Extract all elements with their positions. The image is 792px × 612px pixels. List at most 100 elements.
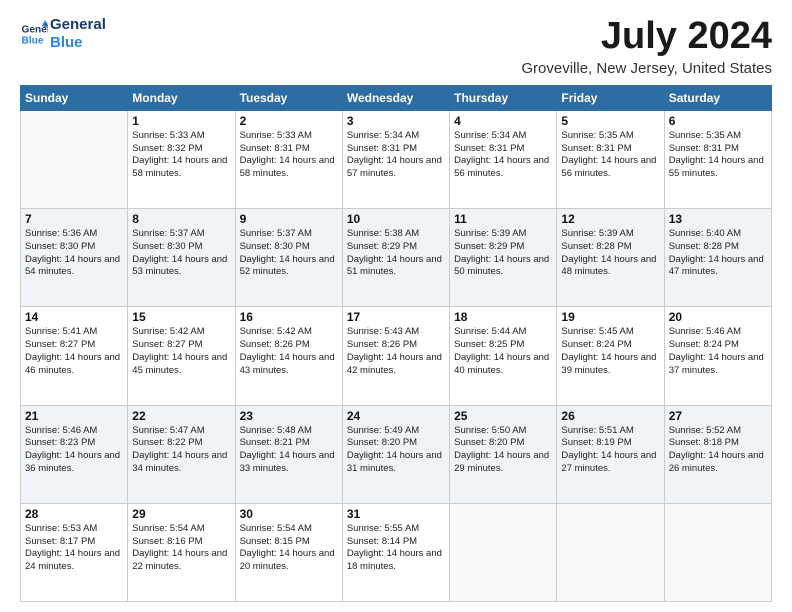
- table-row: 7 Sunrise: 5:36 AMSunset: 8:30 PMDayligh…: [21, 209, 128, 307]
- cell-sunrise: Sunrise: 5:41 AMSunset: 8:27 PMDaylight:…: [25, 326, 120, 375]
- cell-sunrise: Sunrise: 5:42 AMSunset: 8:26 PMDaylight:…: [240, 326, 335, 375]
- cell-sunrise: Sunrise: 5:39 AMSunset: 8:28 PMDaylight:…: [561, 228, 656, 277]
- day-number: 26: [561, 409, 659, 423]
- cell-sunrise: Sunrise: 5:54 AMSunset: 8:15 PMDaylight:…: [240, 523, 335, 572]
- cell-sunrise: Sunrise: 5:42 AMSunset: 8:27 PMDaylight:…: [132, 326, 227, 375]
- cell-sunrise: Sunrise: 5:46 AMSunset: 8:24 PMDaylight:…: [669, 326, 764, 375]
- month-title: July 2024: [521, 16, 772, 58]
- col-friday: Friday: [557, 85, 664, 110]
- cell-sunrise: Sunrise: 5:54 AMSunset: 8:16 PMDaylight:…: [132, 523, 227, 572]
- table-row: 20 Sunrise: 5:46 AMSunset: 8:24 PMDaylig…: [664, 307, 771, 405]
- cell-sunrise: Sunrise: 5:40 AMSunset: 8:28 PMDaylight:…: [669, 228, 764, 277]
- table-row: 15 Sunrise: 5:42 AMSunset: 8:27 PMDaylig…: [128, 307, 235, 405]
- table-row: 1 Sunrise: 5:33 AMSunset: 8:32 PMDayligh…: [128, 110, 235, 208]
- table-row: 2 Sunrise: 5:33 AMSunset: 8:31 PMDayligh…: [235, 110, 342, 208]
- day-number: 8: [132, 212, 230, 226]
- day-number: 12: [561, 212, 659, 226]
- cell-sunrise: Sunrise: 5:34 AMSunset: 8:31 PMDaylight:…: [347, 130, 442, 179]
- day-number: 31: [347, 507, 445, 521]
- day-number: 23: [240, 409, 338, 423]
- day-number: 4: [454, 114, 552, 128]
- calendar-header-row: Sunday Monday Tuesday Wednesday Thursday…: [21, 85, 772, 110]
- table-row: 17 Sunrise: 5:43 AMSunset: 8:26 PMDaylig…: [342, 307, 449, 405]
- cell-sunrise: Sunrise: 5:35 AMSunset: 8:31 PMDaylight:…: [669, 130, 764, 179]
- table-row: [557, 503, 664, 601]
- logo: General Blue General Blue: [20, 16, 106, 52]
- cell-sunrise: Sunrise: 5:46 AMSunset: 8:23 PMDaylight:…: [25, 425, 120, 474]
- day-number: 30: [240, 507, 338, 521]
- cell-sunrise: Sunrise: 5:49 AMSunset: 8:20 PMDaylight:…: [347, 425, 442, 474]
- cell-sunrise: Sunrise: 5:43 AMSunset: 8:26 PMDaylight:…: [347, 326, 442, 375]
- cell-sunrise: Sunrise: 5:37 AMSunset: 8:30 PMDaylight:…: [132, 228, 227, 277]
- calendar-week-row: 1 Sunrise: 5:33 AMSunset: 8:32 PMDayligh…: [21, 110, 772, 208]
- table-row: 16 Sunrise: 5:42 AMSunset: 8:26 PMDaylig…: [235, 307, 342, 405]
- col-wednesday: Wednesday: [342, 85, 449, 110]
- day-number: 21: [25, 409, 123, 423]
- cell-sunrise: Sunrise: 5:47 AMSunset: 8:22 PMDaylight:…: [132, 425, 227, 474]
- cell-sunrise: Sunrise: 5:44 AMSunset: 8:25 PMDaylight:…: [454, 326, 549, 375]
- day-number: 19: [561, 310, 659, 324]
- col-sunday: Sunday: [21, 85, 128, 110]
- day-number: 6: [669, 114, 767, 128]
- day-number: 3: [347, 114, 445, 128]
- cell-sunrise: Sunrise: 5:53 AMSunset: 8:17 PMDaylight:…: [25, 523, 120, 572]
- logo-icon: General Blue: [20, 20, 48, 48]
- table-row: 4 Sunrise: 5:34 AMSunset: 8:31 PMDayligh…: [450, 110, 557, 208]
- table-row: 14 Sunrise: 5:41 AMSunset: 8:27 PMDaylig…: [21, 307, 128, 405]
- day-number: 22: [132, 409, 230, 423]
- table-row: 10 Sunrise: 5:38 AMSunset: 8:29 PMDaylig…: [342, 209, 449, 307]
- table-row: 9 Sunrise: 5:37 AMSunset: 8:30 PMDayligh…: [235, 209, 342, 307]
- table-row: 24 Sunrise: 5:49 AMSunset: 8:20 PMDaylig…: [342, 405, 449, 503]
- day-number: 24: [347, 409, 445, 423]
- day-number: 27: [669, 409, 767, 423]
- day-number: 20: [669, 310, 767, 324]
- day-number: 25: [454, 409, 552, 423]
- cell-sunrise: Sunrise: 5:36 AMSunset: 8:30 PMDaylight:…: [25, 228, 120, 277]
- table-row: 25 Sunrise: 5:50 AMSunset: 8:20 PMDaylig…: [450, 405, 557, 503]
- cell-sunrise: Sunrise: 5:48 AMSunset: 8:21 PMDaylight:…: [240, 425, 335, 474]
- cell-sunrise: Sunrise: 5:50 AMSunset: 8:20 PMDaylight:…: [454, 425, 549, 474]
- day-number: 17: [347, 310, 445, 324]
- day-number: 15: [132, 310, 230, 324]
- calendar-body: 1 Sunrise: 5:33 AMSunset: 8:32 PMDayligh…: [21, 110, 772, 601]
- logo-text: General Blue: [50, 16, 106, 52]
- day-number: 9: [240, 212, 338, 226]
- table-row: 13 Sunrise: 5:40 AMSunset: 8:28 PMDaylig…: [664, 209, 771, 307]
- cell-sunrise: Sunrise: 5:38 AMSunset: 8:29 PMDaylight:…: [347, 228, 442, 277]
- table-row: 19 Sunrise: 5:45 AMSunset: 8:24 PMDaylig…: [557, 307, 664, 405]
- cell-sunrise: Sunrise: 5:34 AMSunset: 8:31 PMDaylight:…: [454, 130, 549, 179]
- day-number: 5: [561, 114, 659, 128]
- header: General Blue General Blue July 2024 Grov…: [20, 16, 772, 77]
- table-row: 11 Sunrise: 5:39 AMSunset: 8:29 PMDaylig…: [450, 209, 557, 307]
- table-row: 12 Sunrise: 5:39 AMSunset: 8:28 PMDaylig…: [557, 209, 664, 307]
- location-title: Groveville, New Jersey, United States: [521, 60, 772, 77]
- table-row: 8 Sunrise: 5:37 AMSunset: 8:30 PMDayligh…: [128, 209, 235, 307]
- cell-sunrise: Sunrise: 5:51 AMSunset: 8:19 PMDaylight:…: [561, 425, 656, 474]
- day-number: 10: [347, 212, 445, 226]
- col-thursday: Thursday: [450, 85, 557, 110]
- table-row: 28 Sunrise: 5:53 AMSunset: 8:17 PMDaylig…: [21, 503, 128, 601]
- calendar-week-row: 28 Sunrise: 5:53 AMSunset: 8:17 PMDaylig…: [21, 503, 772, 601]
- col-saturday: Saturday: [664, 85, 771, 110]
- cell-sunrise: Sunrise: 5:52 AMSunset: 8:18 PMDaylight:…: [669, 425, 764, 474]
- calendar: Sunday Monday Tuesday Wednesday Thursday…: [20, 85, 772, 602]
- table-row: 6 Sunrise: 5:35 AMSunset: 8:31 PMDayligh…: [664, 110, 771, 208]
- table-row: 3 Sunrise: 5:34 AMSunset: 8:31 PMDayligh…: [342, 110, 449, 208]
- day-number: 29: [132, 507, 230, 521]
- table-row: 31 Sunrise: 5:55 AMSunset: 8:14 PMDaylig…: [342, 503, 449, 601]
- cell-sunrise: Sunrise: 5:33 AMSunset: 8:31 PMDaylight:…: [240, 130, 335, 179]
- day-number: 2: [240, 114, 338, 128]
- table-row: 18 Sunrise: 5:44 AMSunset: 8:25 PMDaylig…: [450, 307, 557, 405]
- table-row: 26 Sunrise: 5:51 AMSunset: 8:19 PMDaylig…: [557, 405, 664, 503]
- calendar-week-row: 7 Sunrise: 5:36 AMSunset: 8:30 PMDayligh…: [21, 209, 772, 307]
- svg-text:Blue: Blue: [22, 35, 44, 46]
- calendar-week-row: 14 Sunrise: 5:41 AMSunset: 8:27 PMDaylig…: [21, 307, 772, 405]
- cell-sunrise: Sunrise: 5:55 AMSunset: 8:14 PMDaylight:…: [347, 523, 442, 572]
- col-tuesday: Tuesday: [235, 85, 342, 110]
- table-row: 5 Sunrise: 5:35 AMSunset: 8:31 PMDayligh…: [557, 110, 664, 208]
- calendar-week-row: 21 Sunrise: 5:46 AMSunset: 8:23 PMDaylig…: [21, 405, 772, 503]
- day-number: 11: [454, 212, 552, 226]
- title-block: July 2024 Groveville, New Jersey, United…: [521, 16, 772, 77]
- day-number: 13: [669, 212, 767, 226]
- cell-sunrise: Sunrise: 5:35 AMSunset: 8:31 PMDaylight:…: [561, 130, 656, 179]
